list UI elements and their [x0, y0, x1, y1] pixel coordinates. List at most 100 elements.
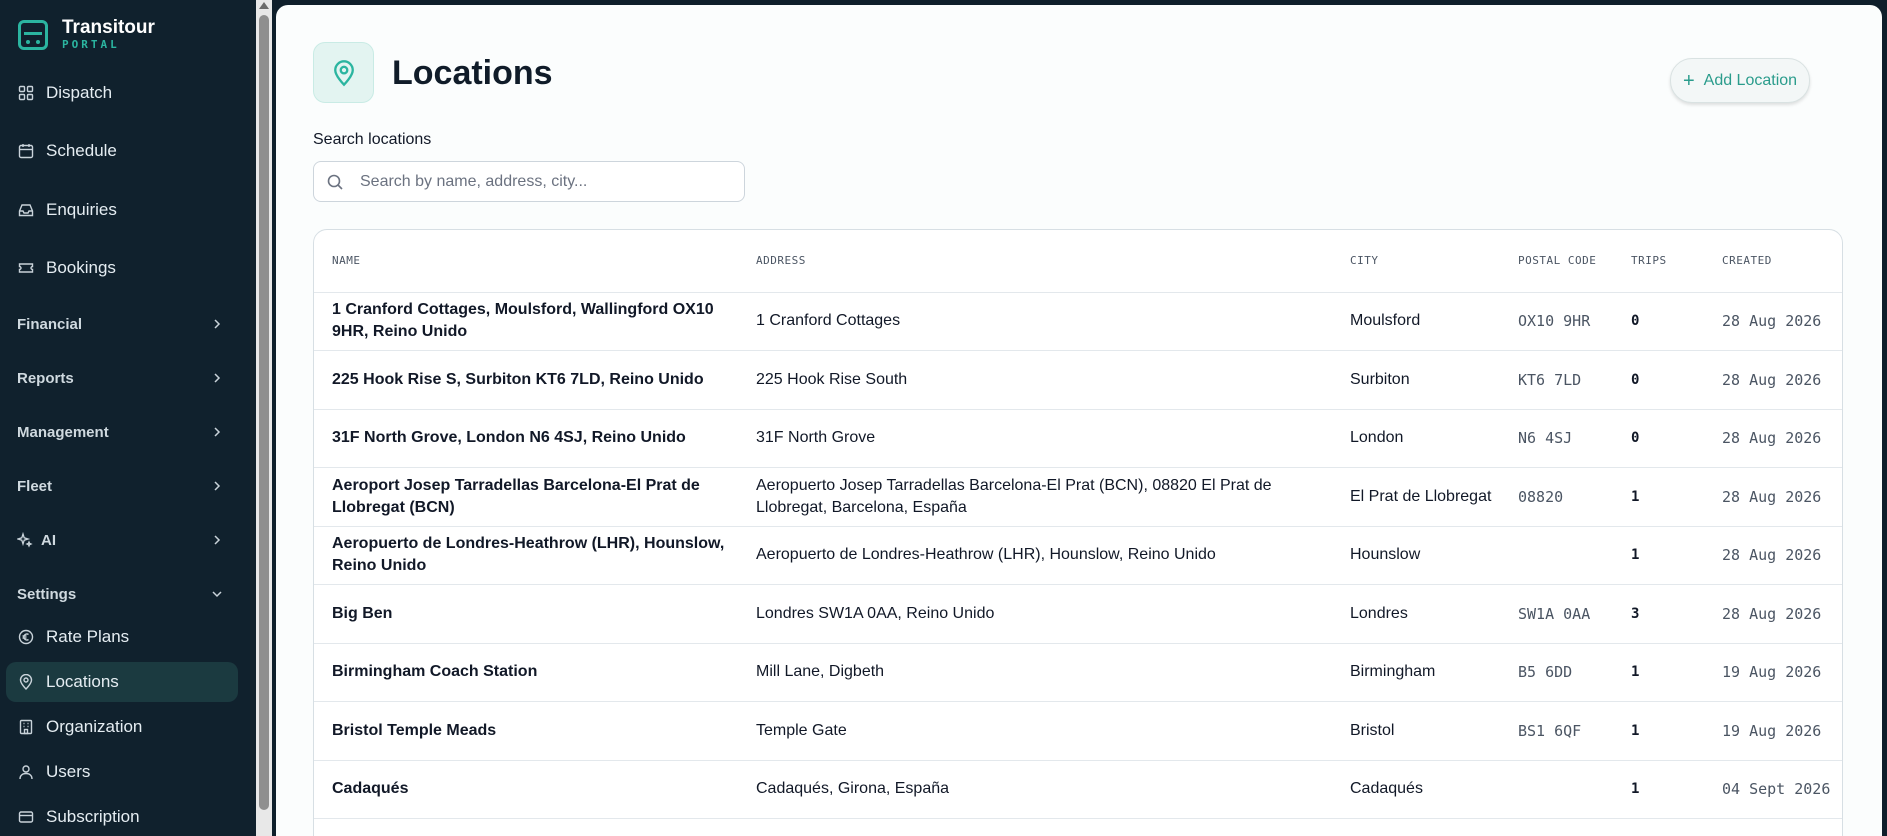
sidebar-item-label: Enquiries	[46, 200, 117, 219]
cell-postal-code: N6 4SJ	[1500, 408, 1613, 468]
table-row[interactable]: 28 Aug	[314, 818, 1842, 836]
sidebar-item-label: Bookings	[46, 258, 116, 277]
cell-city: Bristol	[1332, 701, 1500, 760]
sidebar-item-rate-plans[interactable]: Rate Plans	[6, 617, 238, 657]
sidebar-item-schedule[interactable]: Schedule	[6, 131, 238, 171]
section-label: Management	[17, 423, 109, 441]
search-field[interactable]	[313, 161, 745, 202]
map-pin-icon	[18, 674, 34, 690]
brand-name: Transitour	[62, 17, 155, 38]
sidebar-section-management[interactable]: Management	[6, 414, 238, 450]
user-icon	[18, 764, 34, 780]
scroll-thumb[interactable]	[259, 15, 269, 810]
section-label: Fleet	[17, 477, 53, 495]
table-row[interactable]: 1 Cranford Cottages, Moulsford, Wallingf…	[314, 291, 1842, 351]
sidebar-item-enquiries[interactable]: Enquiries	[6, 190, 238, 230]
add-location-button[interactable]: + Add Location	[1670, 58, 1810, 103]
cell-postal-code: B5 6DD	[1500, 642, 1613, 702]
cell-trips: 1	[1613, 525, 1704, 585]
table-row[interactable]: 225 Hook Rise S, Surbiton KT6 7LD, Reino…	[314, 350, 1842, 409]
sidebar-section-reports[interactable]: Reports	[6, 360, 238, 396]
cell-name: Aeroport Josep Tarradellas Barcelona-El …	[314, 467, 738, 526]
sidebar-item-label: Users	[46, 762, 91, 781]
cell-city: Hounslow	[1332, 525, 1500, 585]
search-input[interactable]	[360, 172, 740, 191]
cell-name: Cadaqués	[314, 759, 738, 819]
sidebar-section-ai[interactable]: AI	[6, 522, 238, 558]
cell-trips: 3	[1613, 584, 1704, 643]
column-header-trips[interactable]: Trips	[1613, 230, 1704, 292]
cell-city: Londres	[1332, 584, 1500, 643]
section-label: Reports	[17, 369, 74, 387]
cell-city: El Prat de Llobregat	[1332, 467, 1500, 526]
sidebar-item-organization[interactable]: Organization	[6, 707, 238, 747]
cell-created: 04 Sept 2026	[1704, 759, 1842, 819]
column-header-postal-code[interactable]: Postal Code	[1500, 230, 1613, 292]
cell-name: 31F North Grove, London N6 4SJ, Reino Un…	[314, 408, 738, 468]
sidebar-item-locations[interactable]: Locations	[6, 662, 238, 702]
sidebar-item-subscription[interactable]: Subscription	[6, 797, 238, 836]
sidebar-item-dispatch[interactable]: Dispatch	[6, 73, 238, 113]
column-header-created[interactable]: Created	[1704, 230, 1842, 292]
column-header-city[interactable]: City	[1332, 230, 1500, 292]
column-header-name[interactable]: Name	[314, 230, 738, 292]
column-header-address[interactable]: Address	[738, 230, 1332, 292]
table-row[interactable]: Cadaqués Cadaqués, Girona, España Cadaqués…	[314, 759, 1842, 819]
chevron-right-icon	[214, 535, 221, 545]
cell-trips: 1	[1613, 467, 1704, 526]
cell-trips: 1	[1613, 759, 1704, 819]
brand[interactable]: Transitour PORTAL	[18, 18, 155, 52]
cell-created: 28 Aug 2026	[1704, 291, 1842, 351]
sidebar-scrollbar[interactable]	[256, 0, 272, 836]
credit-card-icon	[18, 809, 34, 825]
sparkles-icon	[17, 532, 33, 548]
cell-name: 1 Cranford Cottages, Moulsford, Wallingf…	[314, 291, 738, 351]
cell-trips: 0	[1613, 350, 1704, 409]
euro-icon	[18, 629, 34, 645]
cell-name: 225 Hook Rise S, Surbiton KT6 7LD, Reino…	[314, 350, 738, 409]
plus-icon: +	[1682, 69, 1695, 92]
search-label: Search locations	[313, 131, 432, 148]
bus-logo-icon	[18, 20, 48, 50]
cell-postal-code: OX10 9HR	[1500, 291, 1613, 351]
cell-name: Big Ben	[314, 584, 738, 643]
sidebar-section-financial[interactable]: Financial	[6, 306, 238, 342]
cell-created: 28 Aug 2026	[1704, 584, 1842, 643]
cell-postal-code: KT6 7LD	[1500, 350, 1613, 409]
sidebar-section-settings[interactable]: Settings	[6, 576, 238, 612]
sidebar-item-users[interactable]: Users	[6, 752, 238, 792]
section-label: Settings	[17, 585, 77, 603]
grid-icon	[18, 85, 34, 101]
search-icon	[327, 174, 343, 190]
table-row[interactable]: Bristol Temple Meads Temple Gate Bristol BS…	[314, 701, 1842, 760]
table-row[interactable]: Birmingham Coach Station Mill Lane, Digbe…	[314, 642, 1842, 702]
cell-address: Temple Gate	[738, 701, 1332, 760]
locations-table: Name Address City Postal Code Trips Crea…	[313, 229, 1843, 836]
table-row[interactable]: Big Ben Londres SW1A 0AA, Reino Unido Lond…	[314, 584, 1842, 643]
cell-created: 28 Aug	[1704, 818, 1842, 836]
cell-trips: 1	[1613, 642, 1704, 702]
cell-name: Bristol Temple Meads	[314, 701, 738, 760]
map-pin-icon	[333, 59, 354, 86]
cell-city: Cadaqués	[1332, 759, 1500, 819]
calendar-icon	[18, 143, 34, 159]
scroll-up-arrow-icon[interactable]	[259, 2, 269, 9]
cell-address: Aeropuerto de Londres-Heathrow (LHR), Ho…	[738, 525, 1332, 585]
chevron-down-icon	[212, 591, 222, 598]
table-header-row: Name Address City Postal Code Trips Crea…	[314, 230, 1842, 292]
cell-trips: 1	[1613, 701, 1704, 760]
cell-name	[314, 818, 738, 836]
chevron-right-icon	[214, 319, 221, 329]
table-row[interactable]: Aeropuerto de Londres-Heathrow (LHR), Ho…	[314, 525, 1842, 585]
table-row[interactable]: 31F North Grove, London N6 4SJ, Reino Un…	[314, 408, 1842, 468]
building-icon	[18, 719, 34, 735]
sidebar-item-label: Organization	[46, 717, 143, 736]
sidebar-item-bookings[interactable]: Bookings	[6, 248, 238, 288]
cell-name: Aeropuerto de Londres-Heathrow (LHR), Ho…	[314, 525, 738, 585]
cell-created: 28 Aug 2026	[1704, 467, 1842, 526]
cell-address: Aeropuerto Josep Tarradellas Barcelona-E…	[738, 467, 1332, 526]
table-row[interactable]: Aeroport Josep Tarradellas Barcelona-El …	[314, 467, 1842, 526]
sidebar-item-label: Subscription	[46, 807, 140, 826]
sidebar-item-label: Schedule	[46, 141, 117, 160]
sidebar-section-fleet[interactable]: Fleet	[6, 468, 238, 504]
